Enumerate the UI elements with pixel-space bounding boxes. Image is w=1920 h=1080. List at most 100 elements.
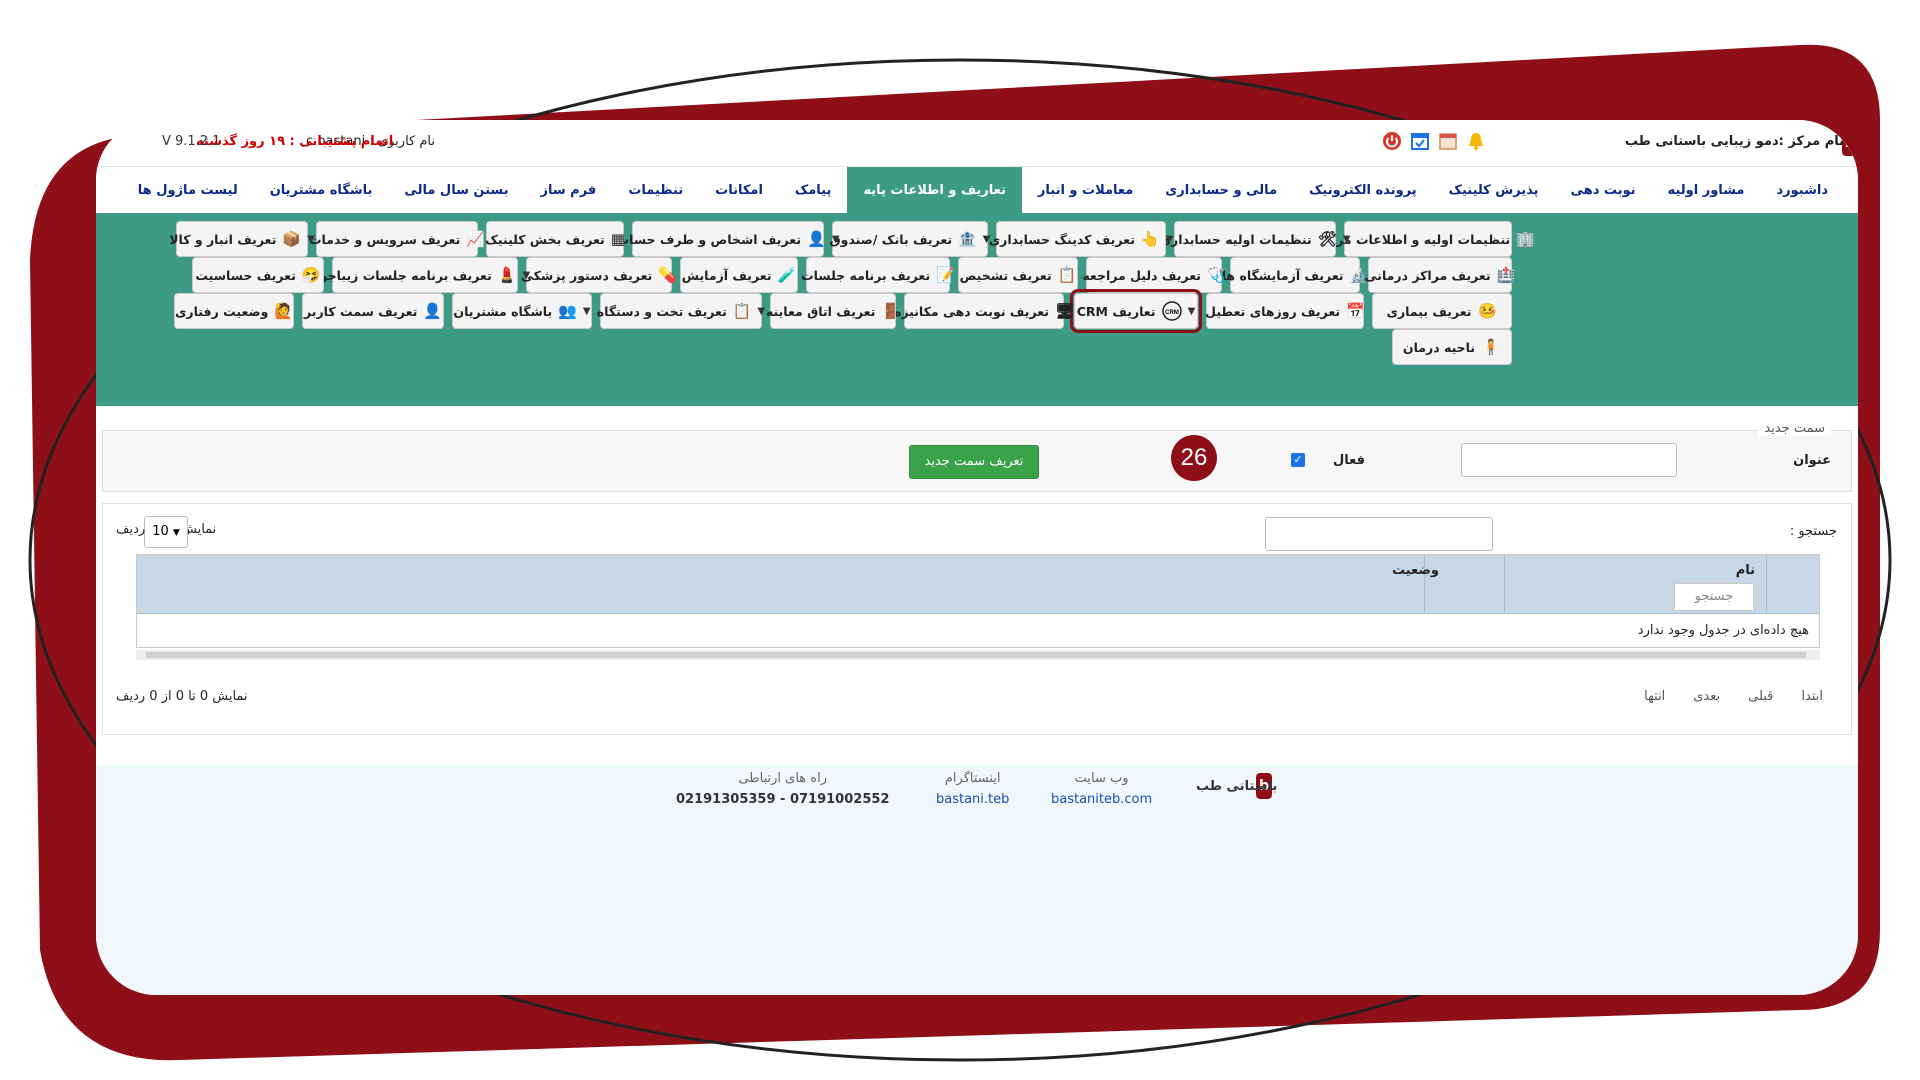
person-icon: 👤 <box>807 230 826 248</box>
pager-previous[interactable]: قبلی <box>1748 689 1773 704</box>
step-badge: 26 <box>1171 435 1217 481</box>
ribbon-beauty-sessions[interactable]: ▼ 💄 تعریف برنامه جلسات زیباجو <box>320 257 530 293</box>
footer-website: وب سایت bastaniteb.com <box>1051 771 1153 807</box>
footer-contact: راه های ارتباطی 07191002552 - 0219130535… <box>676 771 890 807</box>
ribbon-center-settings[interactable]: 🏢 تنظیمات اولیه و اطلاعات مرکز <box>1321 221 1535 257</box>
top-icons <box>1381 130 1487 152</box>
caret-down-icon: ▼ <box>757 305 766 317</box>
clipboard-icon: 📋 <box>1057 266 1077 284</box>
tools-icon: 🛠 <box>1317 230 1337 248</box>
caret-down-icon: ▼ <box>582 305 591 317</box>
calendar-icon[interactable] <box>1437 130 1459 152</box>
ribbon-diseases[interactable]: 🤒 تعریف بیماری <box>1372 293 1512 329</box>
nav-module-list[interactable]: لیست ماژول ها <box>122 167 254 213</box>
ribbon-warehouse-goods[interactable]: ▼ 📦 تعریف انبار و کالا <box>169 221 315 257</box>
nav-appointments[interactable]: نوبت دهی <box>1555 167 1652 213</box>
ribbon-customer-club[interactable]: ▼ 👥 باشگاه مشتریان <box>452 293 592 329</box>
ribbon-medical-orders[interactable]: 💊 تعریف دستور پزشکی <box>521 257 677 293</box>
title-input[interactable] <box>1461 443 1677 477</box>
lab-icon: 🔬 <box>1349 266 1369 284</box>
table-info: نمایش 0 تا 0 از 0 ردیف <box>116 689 248 704</box>
pager-last[interactable]: انتها <box>1644 689 1665 704</box>
ribbon-laboratories[interactable]: 🔬 تعریف آزمایشگاه ها <box>1222 257 1368 293</box>
calendar-check-icon[interactable] <box>1409 130 1431 152</box>
hospital-icon: 🏥 <box>1496 266 1516 284</box>
website-link[interactable]: bastaniteb.com <box>1051 792 1152 807</box>
ribbon-clinic-section[interactable]: ▦ تعریف بخش کلینیک <box>485 221 625 257</box>
caret-down-icon: ▼ <box>1187 305 1196 317</box>
ribbon-bed-device[interactable]: ▼ 📋 تعریف تخت و دستگاه <box>597 293 765 329</box>
hand-pointer-icon: 👆 <box>1140 230 1160 248</box>
power-icon[interactable] <box>1381 130 1403 152</box>
scroll-thumb[interactable] <box>146 652 1806 658</box>
ribbon-tests[interactable]: 🧪 تعریف آزمایش <box>680 257 798 293</box>
bell-icon[interactable] <box>1465 130 1487 152</box>
caret-down-icon: ▼ <box>982 233 991 245</box>
nav-settings[interactable]: تنظیمات <box>612 167 699 213</box>
building-icon: 🏢 <box>1516 230 1535 248</box>
nav-customer-club[interactable]: باشگاه مشتریان <box>254 167 389 213</box>
search-label: جستجو : <box>1789 524 1837 539</box>
ribbon-accounting-coding[interactable]: ▼ 👆 تعریف کدینگ حسابداری <box>989 221 1173 257</box>
caret-down-icon: ▼ <box>307 233 315 245</box>
new-role-form: سمت جدید عنوان فعال ✓ 26 تعریف سمت جدید <box>102 421 1852 492</box>
ribbon-session-program[interactable]: 📝 تعریف برنامه جلسات <box>801 257 955 293</box>
group-icon: 👥 <box>558 302 577 320</box>
ribbon-allergy[interactable]: 🤧 تعریف حساسیت <box>192 257 324 293</box>
brand-logo: b <box>1842 130 1858 156</box>
nav-features[interactable]: امکانات <box>699 167 779 213</box>
ribbon-auto-appointments[interactable]: 🖥 تعریف نوبت دهی مکانیزه <box>894 293 1074 329</box>
ribbon-accounting-settings[interactable]: ▼ 🛠 تنظیمات اولیه حسابداری <box>1160 221 1350 257</box>
instagram-link[interactable]: bastani.teb <box>936 792 1009 807</box>
ribbon-exam-room[interactable]: 🚪 تعریف اتاق معاینه <box>766 293 900 329</box>
definitions-ribbon: 🏢 تنظیمات اولیه و اطلاعات مرکز ▼ 🛠 تنظیمات … <box>96 213 1858 406</box>
column-status-header[interactable]: وضعیت <box>1392 563 1439 578</box>
ribbon-holidays[interactable]: 📅 تعریف روزهای تعطیل <box>1205 293 1365 329</box>
ribbon-crm-definitions[interactable]: ▼ CRM تعاریف CRM <box>1070 289 1202 333</box>
calendar-icon: 📅 <box>1346 302 1365 320</box>
nav-initial-consultant[interactable]: مشاور اولیه <box>1652 167 1761 213</box>
nav-dashboard[interactable]: داشبورد <box>1760 167 1844 213</box>
page-length-select[interactable]: 10 ▼ <box>144 516 188 548</box>
horizontal-scrollbar[interactable] <box>136 650 1820 660</box>
top-bar: b نام مرکز :دمو زیبایی باستانی طب نام کا… <box>96 120 1858 167</box>
nav-clinic-reception[interactable]: پذیرش کلینیک <box>1433 167 1555 213</box>
column-name-header[interactable]: نام <box>1736 563 1755 578</box>
pager-first[interactable]: ابتدا <box>1801 689 1823 704</box>
footer-brand: باستانی طب <box>1196 779 1278 794</box>
roles-table: نام وضعیت جستجو هیچ داده‌ای در جدول وجود… <box>136 554 1820 648</box>
active-label: فعال <box>1333 453 1366 468</box>
allergy-icon: 🤧 <box>301 266 321 284</box>
rows-label: ردیف <box>116 522 146 537</box>
nav-finance[interactable]: مالی و حسابداری <box>1149 167 1293 213</box>
nav-form-builder[interactable]: فرم ساز <box>525 167 613 213</box>
nav-sms[interactable]: پیامک <box>779 167 847 213</box>
footer: b باستانی طب وب سایت bastaniteb.com اینس… <box>96 765 1858 995</box>
column-divider <box>1766 555 1767 613</box>
nav-inventory[interactable]: معاملات و انبار <box>1022 167 1149 213</box>
ribbon-visit-reasons[interactable]: 🩺 تعریف دلیل مراجعه <box>1082 257 1226 293</box>
ribbon-behavior-status[interactable]: 🙋 وضعیت رفتاری <box>174 293 294 329</box>
ribbon-treatment-area[interactable]: 🧍 ناحیه درمان <box>1392 329 1512 365</box>
ribbon-treatment-centers[interactable]: 🏥 تعریف مراکز درمانی <box>1365 257 1515 293</box>
computer-icon: 🖥 <box>1054 302 1075 320</box>
column-search-input[interactable]: جستجو <box>1674 583 1754 611</box>
nav-electronic-record[interactable]: پرونده الکترونیک <box>1293 167 1433 213</box>
grid-icon: ▦ <box>610 230 625 248</box>
app-window: b نام مرکز :دمو زیبایی باستانی طب نام کا… <box>96 120 1858 995</box>
search-input[interactable] <box>1265 517 1493 551</box>
ribbon-bank-cashbox[interactable]: ▼ 🏦 تعریف بانک /صندوق <box>830 221 991 257</box>
nav-basic-definitions[interactable]: تعاریف و اطلاعات پایه <box>847 167 1022 213</box>
room-icon: 🚪 <box>881 302 901 320</box>
ribbon-persons-accounts[interactable]: ▼ 👤 تعریف اشخاص و طرف حساب <box>617 221 839 257</box>
nav-close-fiscal-year[interactable]: بستن سال مالی <box>388 167 524 213</box>
ribbon-diagnosis[interactable]: 📋 تعریف تشخیص <box>958 257 1078 293</box>
ribbon-services[interactable]: 📈 تعریف سرویس و خدمات <box>309 221 485 257</box>
contact-phones: 07191002552 - 02191305359 <box>676 792 890 807</box>
submit-new-role-button[interactable]: تعریف سمت جدید <box>909 445 1039 479</box>
bank-icon: 🏦 <box>958 230 977 248</box>
body-icon: 🧍 <box>1481 338 1501 356</box>
active-checkbox[interactable]: ✓ <box>1291 453 1305 467</box>
pager-next[interactable]: بعدی <box>1693 689 1720 704</box>
ribbon-user-role[interactable]: 👤 تعریف سمت کاربر <box>302 293 444 329</box>
